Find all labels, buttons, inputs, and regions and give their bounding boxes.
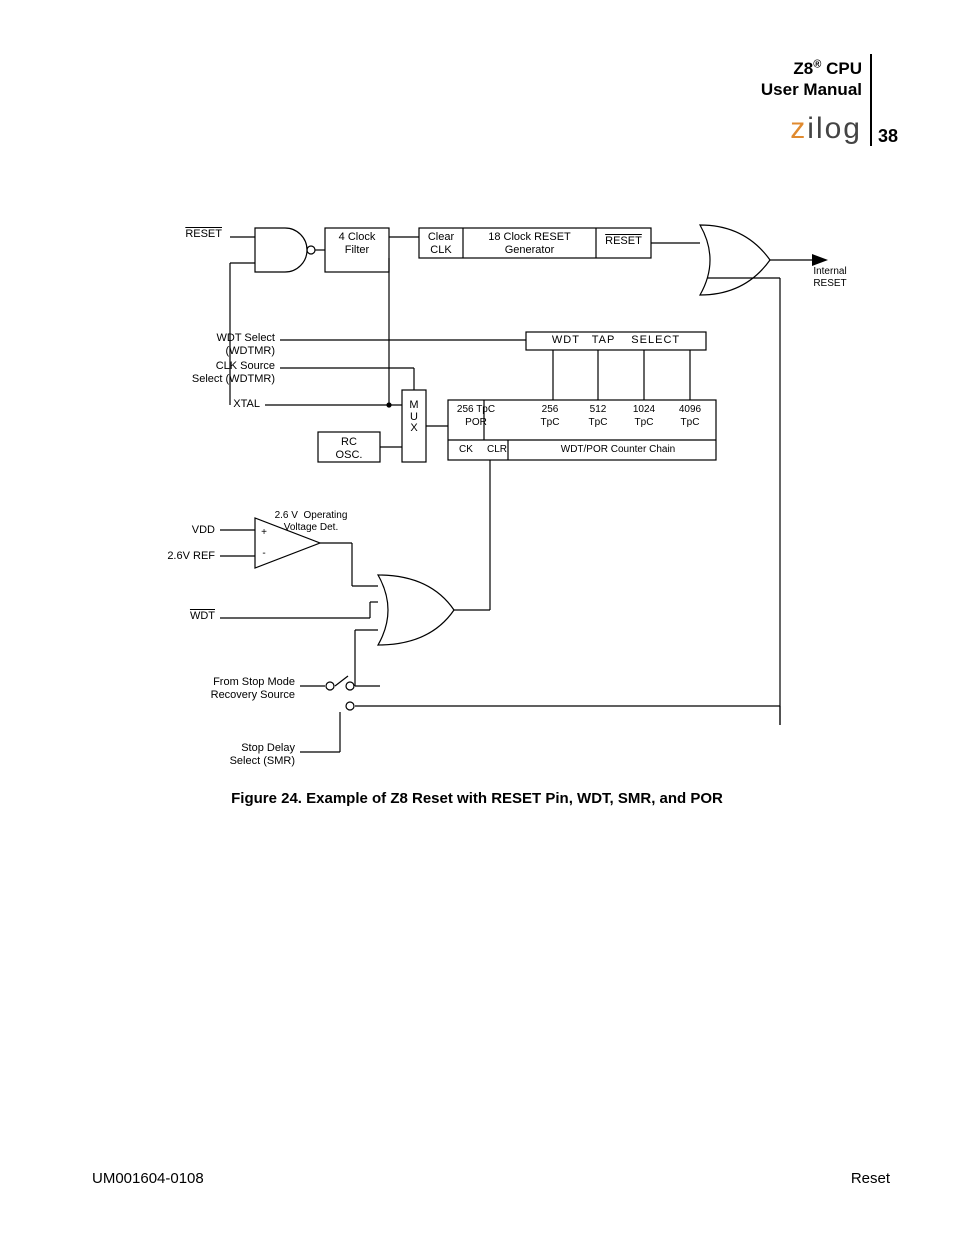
sig-clk-source: CLK Source Select (WDTMR) — [140, 360, 275, 385]
comp-plus: + — [258, 527, 270, 539]
sig-xtal: XTAL — [180, 398, 260, 411]
blk-rc-osc: RC OSC. — [318, 436, 380, 461]
blk-mux: M U X — [404, 400, 424, 435]
tap2a: 512 — [578, 404, 618, 416]
sig-internal-reset: Internal RESET — [800, 266, 860, 289]
tap4a: 4096 — [670, 404, 710, 416]
tap3a: 1024 — [624, 404, 664, 416]
figure-caption: Figure 24. Example of Z8 Reset with RESE… — [0, 790, 954, 807]
comp-minus: - — [258, 548, 270, 560]
sig-wdt-select: WDT Select (WDTMR) — [160, 332, 275, 357]
tap0b: POR — [448, 417, 504, 429]
sig-vdd: VDD — [140, 524, 215, 537]
clr-label: CLR — [482, 444, 512, 456]
sig-stop-delay: Stop Delay Select (SMR) — [160, 742, 295, 767]
sig-reset-in: RESET — [150, 228, 222, 241]
comp-label: 2.6 V Operating Voltage Det. — [256, 510, 366, 533]
blk-reset-gen: 18 Clock RESET Generator — [463, 231, 596, 256]
blk-tap-select: WDT TAP SELECT — [526, 334, 706, 347]
blk-4clock-filter: 4 Clock Filter — [325, 231, 389, 256]
tap1b: TpC — [530, 417, 570, 429]
tap1a: 256 — [530, 404, 570, 416]
footer-docnum: UM001604-0108 — [92, 1170, 204, 1187]
sig-26ref: 2.6V REF — [120, 550, 215, 563]
tap4b: TpC — [670, 417, 710, 429]
counter-chain-label: WDT/POR Counter Chain — [520, 444, 716, 456]
reset-diagram — [0, 0, 954, 800]
tap3b: TpC — [624, 417, 664, 429]
tap2b: TpC — [578, 417, 618, 429]
tap0a: 256 TpC — [448, 404, 504, 416]
blk-clear-clk: Clear CLK — [419, 231, 463, 256]
sig-wdt: WDT — [150, 610, 215, 623]
blk-reset-out: RESET — [596, 235, 651, 248]
sig-stop-src: From Stop Mode Recovery Source — [150, 676, 295, 701]
ck-label: CK — [452, 444, 480, 456]
footer-section: Reset — [851, 1170, 890, 1187]
